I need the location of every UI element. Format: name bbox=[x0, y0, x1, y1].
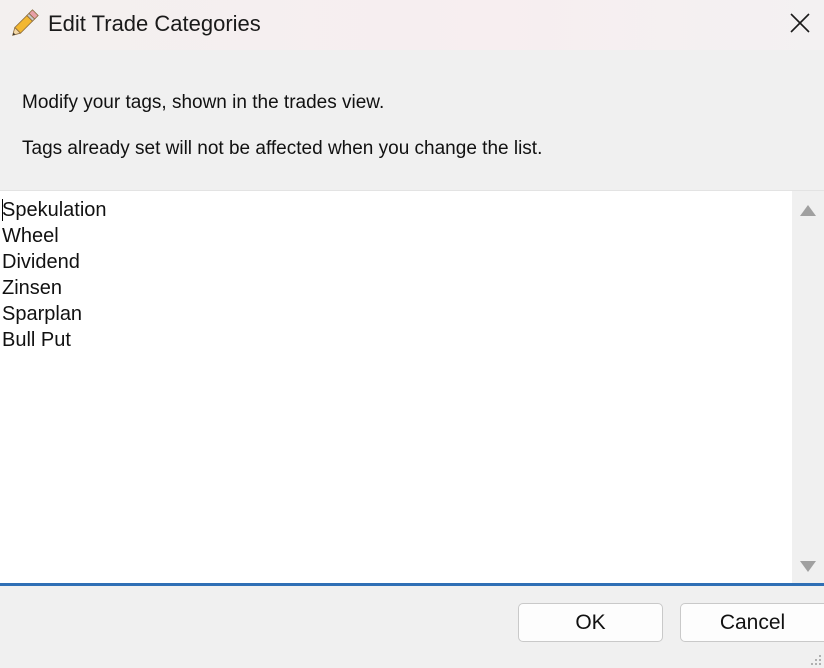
tags-text[interactable]: Spekulation Wheel Dividend Zinsen Sparpl… bbox=[0, 191, 792, 584]
cancel-button[interactable]: Cancel bbox=[680, 603, 824, 642]
dialog-title: Edit Trade Categories bbox=[48, 11, 261, 36]
tag-line: Sparplan bbox=[2, 303, 83, 325]
close-icon bbox=[790, 13, 810, 33]
tag-line: Wheel bbox=[2, 225, 59, 247]
tag-line: Dividend bbox=[2, 251, 80, 273]
title-bar[interactable]: Edit Trade Categories bbox=[0, 0, 824, 50]
close-button[interactable] bbox=[776, 0, 824, 46]
tags-textarea[interactable]: Spekulation Wheel Dividend Zinsen Sparpl… bbox=[0, 190, 824, 584]
description-line-2: Tags already set will not be affected wh… bbox=[22, 138, 543, 159]
edit-trade-categories-dialog: Edit Trade Categories Modify your tags, … bbox=[0, 0, 824, 668]
scroll-up-arrow-icon[interactable] bbox=[800, 205, 816, 216]
tag-line: Zinsen bbox=[2, 277, 63, 299]
vertical-scrollbar[interactable] bbox=[792, 191, 824, 584]
ok-button[interactable]: OK bbox=[518, 603, 663, 642]
tag-line: Bull Put bbox=[2, 329, 71, 351]
tag-line: Spekulation bbox=[2, 199, 107, 221]
scroll-down-arrow-icon[interactable] bbox=[800, 561, 816, 572]
focus-underline bbox=[0, 583, 824, 586]
text-caret bbox=[2, 199, 3, 221]
resize-grip-icon[interactable] bbox=[810, 654, 822, 666]
description-line-1: Modify your tags, shown in the trades vi… bbox=[22, 92, 385, 113]
pencil-icon bbox=[12, 9, 39, 36]
